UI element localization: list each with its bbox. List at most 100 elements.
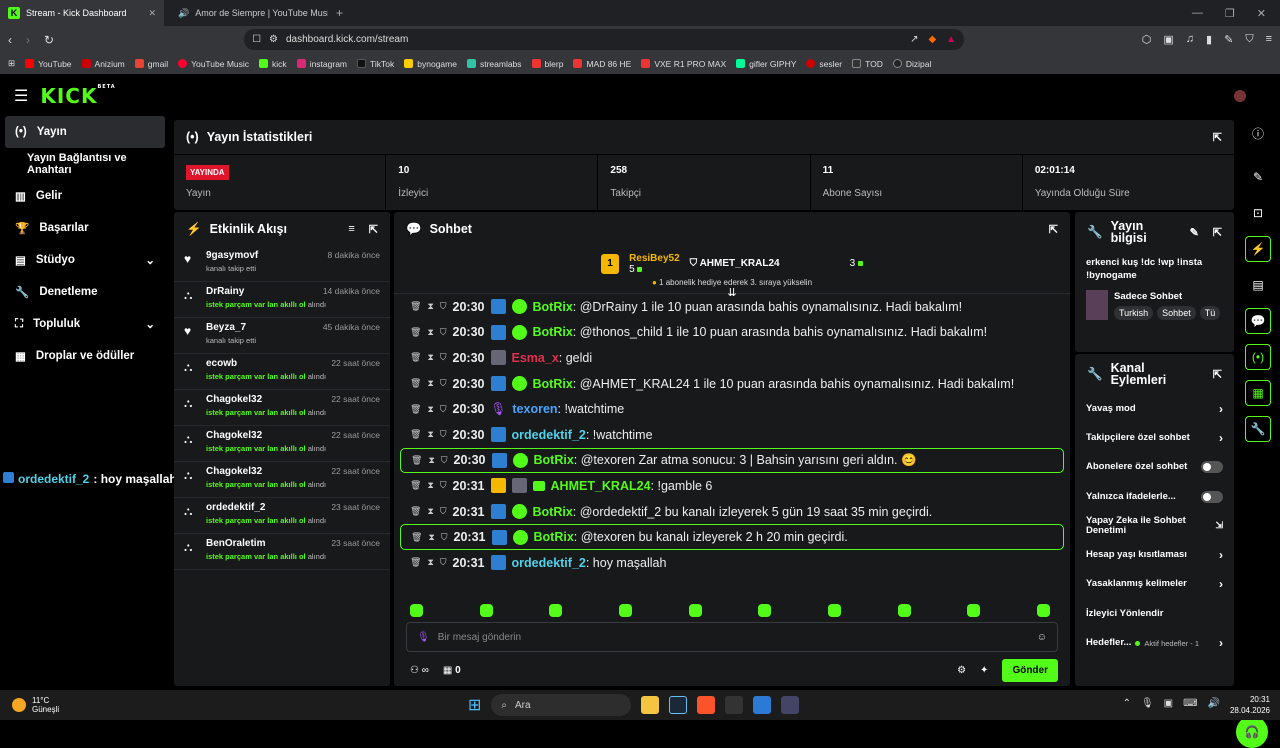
chat-username[interactable]: BotRix bbox=[534, 453, 574, 467]
menu-icon[interactable]: ≡ bbox=[1266, 33, 1272, 46]
chat-username[interactable]: ordedektif_2 bbox=[512, 556, 586, 570]
support-headset-icon[interactable]: 🎧 bbox=[1236, 716, 1268, 748]
rewards-icon[interactable]: ▲ bbox=[946, 34, 956, 45]
channel-action-row[interactable]: İzleyici Yönlendir bbox=[1075, 599, 1234, 628]
brave-shield-icon[interactable]: ◆ bbox=[928, 34, 936, 45]
timeout-icon[interactable]: ⧗ bbox=[427, 480, 433, 491]
popout-icon[interactable]: ⇱ bbox=[1049, 223, 1058, 236]
bookmark-item[interactable]: instagram bbox=[296, 59, 347, 69]
activity-item[interactable]: ⛬ Chagokel32 22 saat önce istek parçam var … bbox=[174, 390, 390, 426]
info-icon[interactable]: ⓘ bbox=[1245, 120, 1271, 146]
sidebar-item-studyo[interactable]: ▤ Stüdyo ⌄ bbox=[5, 244, 165, 276]
timeout-icon[interactable]: ⧗ bbox=[428, 455, 434, 466]
camera-icon[interactable]: ⊡ bbox=[1245, 200, 1271, 226]
delete-icon[interactable]: 🗑 bbox=[410, 480, 421, 491]
category-name[interactable]: Sadece Sohbet bbox=[1114, 291, 1220, 302]
popout-icon[interactable]: ⇱ bbox=[1213, 226, 1222, 239]
ban-icon[interactable]: ⛉ bbox=[440, 557, 447, 568]
emote-icon[interactable] bbox=[827, 604, 841, 617]
emoji-icon[interactable]: ☺ bbox=[1037, 632, 1047, 643]
bookmark-item[interactable]: TikTok bbox=[357, 59, 394, 69]
close-tab-icon[interactable]: ✕ bbox=[148, 8, 156, 19]
timeout-icon[interactable]: ⧗ bbox=[427, 404, 433, 415]
address-bar[interactable]: ☐ ⚙ dashboard.kick.com/stream ↗ ◆ ▲ bbox=[244, 29, 965, 50]
chat-message[interactable]: 🗑 ⧗ ⛉ 20:30 BotRix: @texoren Zar atma sonucu… bbox=[400, 447, 1064, 474]
taskbar-search[interactable]: ⌕ Ara bbox=[491, 694, 632, 716]
emote-icon[interactable] bbox=[479, 604, 493, 617]
timeout-icon[interactable]: ⧗ bbox=[427, 429, 433, 440]
app-icon[interactable] bbox=[781, 696, 800, 714]
reload-icon[interactable]: ↻ bbox=[44, 33, 54, 47]
extension-icon[interactable]: ⬡ bbox=[1142, 33, 1152, 46]
viewers-icon[interactable]: ⚇ ∞ bbox=[410, 665, 429, 676]
server-icon[interactable]: ▦ bbox=[1245, 380, 1271, 406]
bookmark-item[interactable]: MAD 86 HE bbox=[573, 59, 631, 69]
timeout-icon[interactable]: ⧗ bbox=[427, 506, 433, 517]
wrench-icon[interactable]: 🔧 bbox=[1245, 416, 1271, 442]
avatar[interactable] bbox=[1234, 90, 1246, 102]
activity-item[interactable]: ⛬ ordedektif_2 23 saat önce istek parçam va… bbox=[174, 498, 390, 534]
bookmark-item[interactable]: Anizium bbox=[81, 59, 125, 69]
epic-games-icon[interactable] bbox=[725, 696, 744, 714]
bookmark-item[interactable]: YouTube Music bbox=[178, 59, 249, 69]
activity-item[interactable]: ⛬ BenOraletim 23 saat önce istek parçam var… bbox=[174, 534, 390, 570]
network-icon[interactable]: ⌨ bbox=[1183, 698, 1197, 709]
bookmark-item[interactable]: VXE R1 PRO MAX bbox=[641, 59, 726, 69]
chat-message[interactable]: 🗑 ⧗ ⛉ 20:31 BotRix: @texoren bu kanalı izley… bbox=[400, 524, 1064, 550]
delete-icon[interactable]: 🗑 bbox=[411, 532, 422, 543]
back-icon[interactable]: ‹ bbox=[8, 33, 12, 47]
ban-icon[interactable]: ⛉ bbox=[440, 378, 447, 389]
filter-icon[interactable]: ≡ bbox=[348, 223, 354, 236]
ban-icon[interactable]: ⛉ bbox=[441, 532, 448, 543]
settings-icon[interactable]: ⚙ bbox=[957, 665, 966, 676]
music-icon[interactable]: ♫ bbox=[1186, 33, 1194, 46]
file-explorer-icon[interactable] bbox=[641, 696, 660, 714]
chat-message[interactable]: 🗑 ⧗ ⛉ 20:30 BotRix: @DrRainy 1 ile 10 puan a… bbox=[400, 294, 1064, 320]
emote-icon[interactable] bbox=[897, 604, 911, 617]
volume-icon[interactable]: 🔊 bbox=[1208, 698, 1220, 709]
vpn-icon[interactable]: ⛉ bbox=[1245, 33, 1253, 46]
bookmark-item[interactable]: blerp bbox=[531, 59, 563, 69]
kick-logo[interactable]: KICKBETA bbox=[40, 84, 115, 108]
forward-icon[interactable]: › bbox=[26, 33, 30, 47]
delete-icon[interactable]: 🗑 bbox=[410, 429, 421, 440]
chat-username[interactable]: ordedektif_2 bbox=[512, 428, 586, 442]
bookmark-icon[interactable]: ☐ bbox=[252, 34, 261, 45]
activity-item[interactable]: ⛬ ecowb 22 saat önce istek parçam var lan a… bbox=[174, 354, 390, 390]
chat-input[interactable]: 🎙 Bir mesaj gönderin ☺ bbox=[406, 622, 1058, 652]
emote-icon[interactable] bbox=[688, 604, 702, 617]
category-thumbnail[interactable] bbox=[1086, 290, 1108, 320]
store-icon[interactable] bbox=[753, 696, 772, 714]
delete-icon[interactable]: 🗑 bbox=[410, 352, 421, 363]
minimize-icon[interactable]: — bbox=[1192, 7, 1203, 20]
emote-icon[interactable] bbox=[1036, 604, 1050, 617]
channel-action-row[interactable]: Hedefler... Aktif hedefler - 1 › bbox=[1075, 628, 1234, 657]
edit-icon[interactable]: ✎ bbox=[1190, 226, 1199, 239]
toggle-switch[interactable] bbox=[1201, 490, 1223, 503]
emote-icon[interactable] bbox=[758, 604, 772, 617]
bookmark-item[interactable]: gmail bbox=[134, 59, 168, 69]
bookmark-item[interactable]: streamlabs bbox=[466, 59, 522, 69]
emote-icon[interactable] bbox=[549, 604, 563, 617]
bookmark-item[interactable]: gifler GIPHY bbox=[736, 59, 796, 69]
channel-action-row[interactable]: Yapay Zeka ile Sohbet Denetimi ⇲ bbox=[1075, 511, 1234, 540]
chat-message[interactable]: 🗑 ⧗ ⛉ 20:31 BotRix: @ordedektif_2 bu kanalı … bbox=[400, 499, 1064, 525]
mic-icon[interactable]: 🎙 bbox=[417, 632, 430, 643]
chevron-up-icon[interactable]: ⌃ bbox=[1123, 698, 1131, 709]
weather-widget[interactable]: 11°C Güneşli bbox=[12, 696, 59, 714]
ban-icon[interactable]: ⛉ bbox=[440, 352, 447, 363]
ban-icon[interactable]: ⛉ bbox=[441, 455, 448, 466]
lightning-icon[interactable]: ⚡ bbox=[1245, 236, 1271, 262]
timeout-icon[interactable]: ⧗ bbox=[427, 301, 433, 312]
ban-icon[interactable]: ⛉ bbox=[440, 327, 447, 338]
new-tab-icon[interactable]: + bbox=[328, 6, 343, 20]
apps-icon[interactable]: ⊞ bbox=[8, 58, 15, 69]
emote-icon[interactable] bbox=[410, 604, 423, 617]
timeout-icon[interactable]: ⧗ bbox=[427, 378, 433, 389]
chat-bubble-icon[interactable]: 💬 bbox=[1245, 308, 1271, 334]
extension-icon[interactable]: ✎ bbox=[1224, 33, 1233, 46]
close-window-icon[interactable]: ✕ bbox=[1257, 7, 1266, 20]
chat-username[interactable]: BotRix bbox=[534, 530, 574, 544]
tag[interactable]: Tü bbox=[1199, 305, 1221, 320]
bookmark-item[interactable]: bynogame bbox=[404, 59, 457, 69]
